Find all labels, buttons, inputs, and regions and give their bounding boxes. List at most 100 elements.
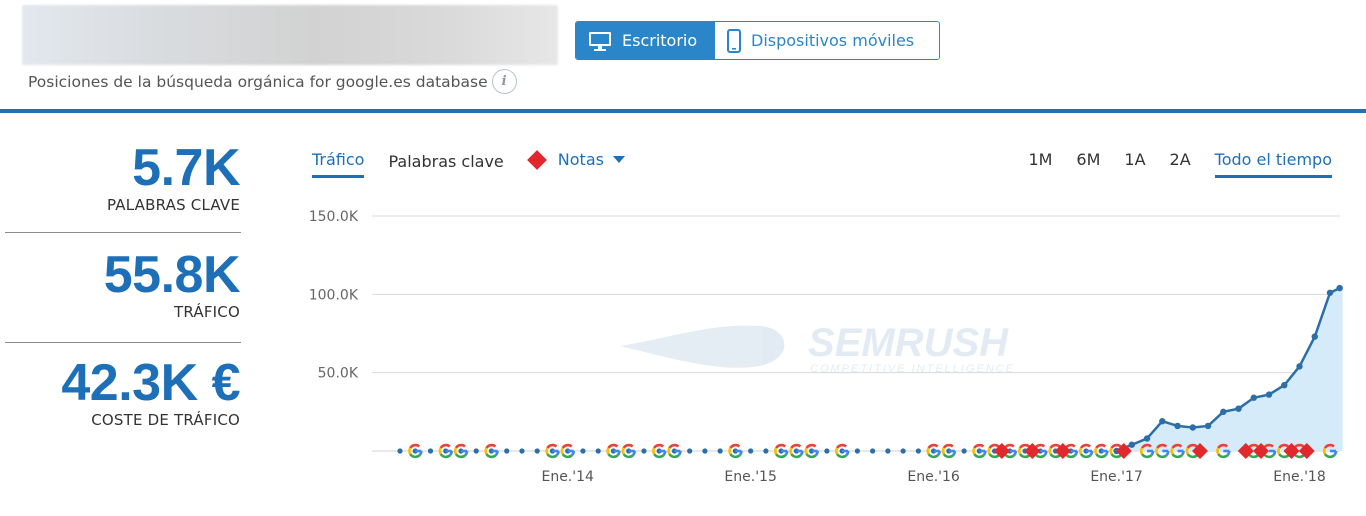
data-point <box>824 448 830 454</box>
google-arc <box>668 443 680 449</box>
data-point <box>1296 363 1303 370</box>
google-arc <box>1155 447 1159 455</box>
data-point <box>748 448 754 454</box>
data-point <box>1174 422 1181 430</box>
google-arc <box>409 443 421 449</box>
mobile-button[interactable]: Dispositivos móviles <box>715 22 939 59</box>
watermark-tagline: COMPETITIVE INTELLIGENCE <box>810 363 1015 375</box>
device-toggle: Escritorio Dispositivos móviles <box>575 21 940 60</box>
google-arc <box>1110 443 1122 449</box>
data-point <box>1220 408 1227 416</box>
data-point <box>1281 382 1288 389</box>
stat-value: 42.3K € <box>61 354 240 412</box>
google-arc <box>1277 447 1281 455</box>
google-arc <box>454 453 467 459</box>
google-arc <box>1078 447 1083 455</box>
google-arc <box>926 447 930 455</box>
google-arc <box>454 443 466 449</box>
traffic-area <box>1116 288 1343 451</box>
google-arc <box>667 447 671 455</box>
google-arc <box>607 443 619 449</box>
data-point <box>1159 418 1166 425</box>
google-arc <box>988 443 1000 449</box>
stat-traffic-cost[interactable]: 42.3K € COSTE DE TRÁFICO <box>5 343 241 453</box>
data-point <box>900 448 906 454</box>
notes-dropdown[interactable]: Notas <box>526 149 625 178</box>
page-header: Posiciones de la búsqueda orgánica for g… <box>0 0 1366 110</box>
range-1a[interactable]: 1A <box>1124 150 1145 175</box>
range-all-time[interactable]: Todo el tiempo <box>1214 150 1332 178</box>
google-arc <box>485 453 497 459</box>
google-arc <box>973 443 985 449</box>
desktop-button[interactable]: Escritorio <box>576 22 715 59</box>
google-arc <box>836 453 848 459</box>
google-arc <box>1216 447 1220 455</box>
google-arc <box>790 443 802 449</box>
google-arc <box>835 447 839 455</box>
chart-metric-tabs: Tráfico Palabras clave Notas <box>312 149 625 178</box>
google-arc <box>1095 443 1107 449</box>
notes-label: Notas <box>557 150 604 169</box>
google-arc <box>453 447 458 455</box>
data-point <box>870 448 876 454</box>
stat-keywords[interactable]: 5.7K PALABRAS CLAVE <box>5 126 241 233</box>
google-arc <box>927 453 940 459</box>
range-2a[interactable]: 2A <box>1170 150 1191 175</box>
google-arc <box>836 443 847 449</box>
data-point <box>1250 394 1257 401</box>
data-point <box>534 448 540 454</box>
google-arc <box>1079 453 1092 459</box>
semrush-flame-icon <box>620 325 785 368</box>
google-arc <box>1171 453 1183 459</box>
x-tick-label: Ene.'16 <box>907 469 960 485</box>
google-arc <box>1017 447 1022 455</box>
stat-label: PALABRAS CLAVE <box>107 196 240 214</box>
google-arc <box>546 453 558 459</box>
google-arc <box>804 447 808 455</box>
google-arc <box>621 447 625 455</box>
traffic-chart[interactable]: SEMRUSHCOMPETITIVE INTELLIGENCE 150.0K 100… <box>290 198 1350 498</box>
google-arc <box>789 447 793 455</box>
y-tick-label: 100.0K <box>309 287 359 303</box>
data-point <box>519 448 525 454</box>
google-arc <box>653 443 665 449</box>
subtitle-text: Posiciones de la búsqueda orgánica for g… <box>28 72 488 91</box>
info-icon[interactable]: i <box>491 69 517 94</box>
data-point <box>1204 422 1212 430</box>
range-1m[interactable]: 1M <box>1028 150 1052 175</box>
data-point <box>717 448 723 454</box>
data-point <box>1235 405 1242 412</box>
desktop-label: Escritorio <box>622 31 698 50</box>
google-arc <box>1095 453 1107 459</box>
data-point <box>397 448 403 454</box>
google-arc <box>1049 443 1061 449</box>
data-point <box>580 448 586 454</box>
google-arc <box>561 443 573 449</box>
google-arc <box>653 453 665 459</box>
google-arc <box>1170 447 1174 455</box>
data-point <box>763 448 769 454</box>
stat-traffic[interactable]: 55.8K TRÁFICO <box>5 233 241 343</box>
blurred-domain-title <box>22 5 558 65</box>
google-arc <box>1185 447 1189 455</box>
data-point <box>961 448 967 454</box>
tab-traffic[interactable]: Tráfico <box>312 150 365 178</box>
stat-value: 55.8K <box>103 246 241 304</box>
google-arc <box>987 447 991 455</box>
y-tick-label: 50.0K <box>318 366 359 382</box>
google-arc <box>1094 447 1098 455</box>
stat-label: TRÁFICO <box>174 303 240 321</box>
data-point <box>1326 289 1334 296</box>
google-arc <box>729 443 741 449</box>
data-point <box>1128 441 1136 448</box>
data-point <box>1336 284 1343 292</box>
google-arc <box>728 447 732 455</box>
range-6m[interactable]: 6M <box>1076 150 1100 175</box>
google-arc <box>775 453 787 459</box>
google-arc <box>790 453 802 459</box>
google-arc <box>607 453 619 459</box>
data-point <box>915 448 921 454</box>
google-arc <box>1156 453 1168 459</box>
data-point <box>1265 391 1273 398</box>
tab-keywords[interactable]: Palabras clave <box>388 152 503 177</box>
